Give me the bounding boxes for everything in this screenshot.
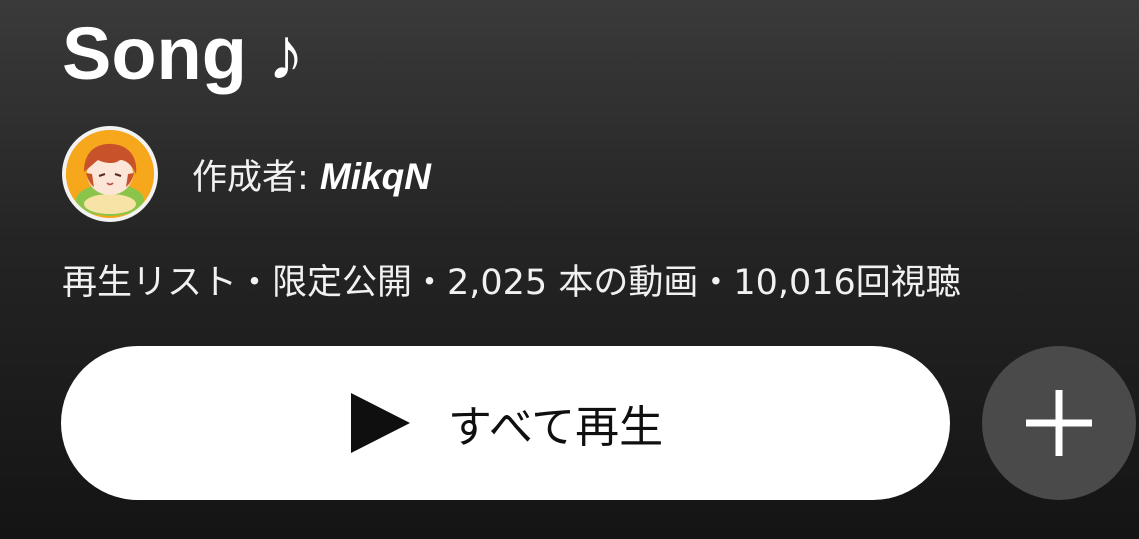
- playlist-meta: 再生リスト・限定公開・2,025 本の動画・10,016回視聴: [62, 263, 961, 303]
- playlist-title: Song ♪: [62, 12, 305, 95]
- avatar-illustration: [66, 130, 154, 218]
- author-credit: 作成者: MikqN: [192, 149, 431, 200]
- author-prefix: 作成者:: [192, 157, 320, 198]
- author-name-link[interactable]: MikqN: [320, 156, 431, 197]
- plus-icon: [1026, 390, 1092, 456]
- avatar[interactable]: [62, 126, 158, 222]
- author-row: 作成者: MikqN: [62, 124, 431, 224]
- play-icon: [348, 389, 414, 457]
- play-all-label: すべて再生: [447, 402, 664, 453]
- play-all-button[interactable]: すべて再生: [61, 346, 950, 500]
- add-to-library-button[interactable]: [982, 346, 1136, 500]
